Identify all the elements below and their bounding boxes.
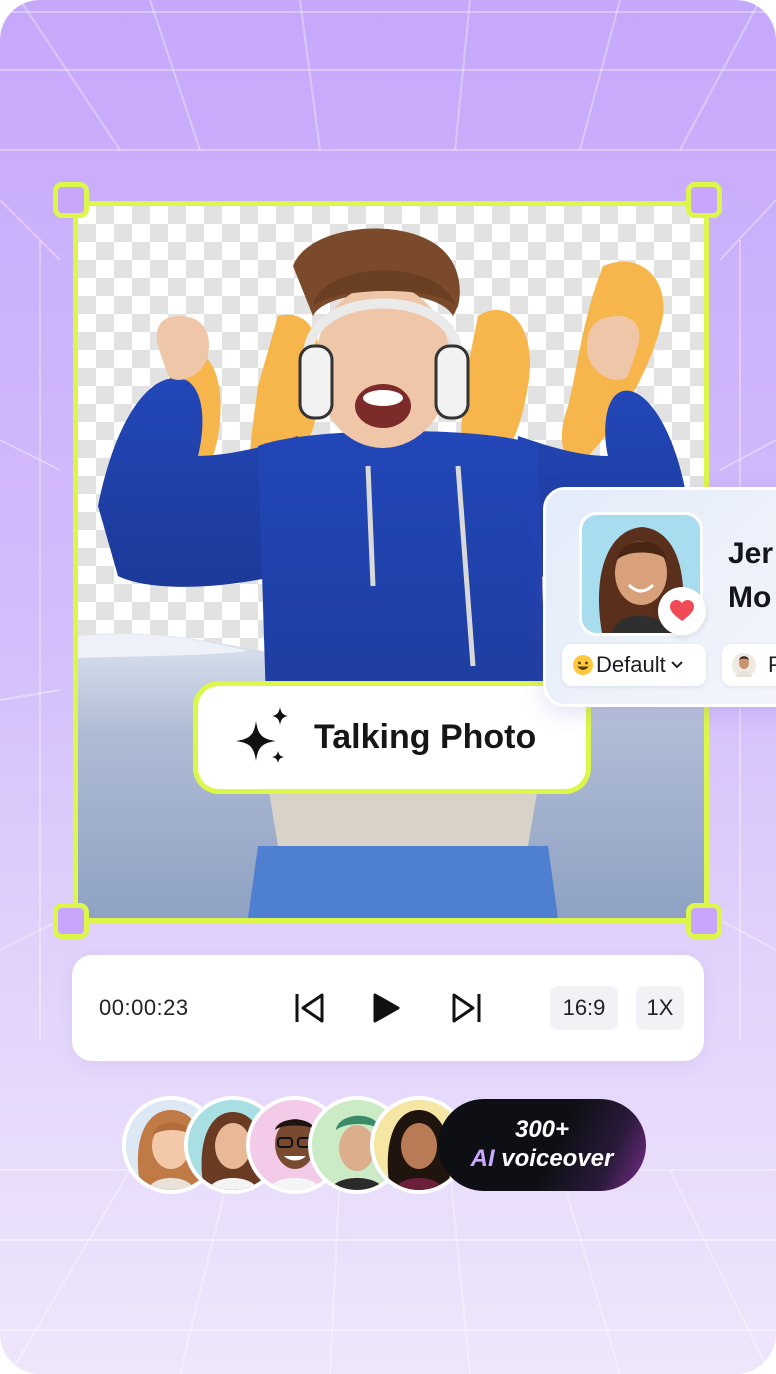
voice-pill-label: P — [768, 652, 776, 677]
smile-emoji-icon — [572, 654, 594, 676]
profile-card[interactable]: Jer Mo Default P — [543, 487, 776, 707]
speed-button[interactable]: 1X — [636, 986, 684, 1030]
voice-avatar-pill[interactable]: P — [722, 644, 776, 686]
profile-name: Jer Mo — [728, 532, 773, 620]
voiceover-label: AI voiceover — [471, 1144, 614, 1174]
voiceover-label-ai: AI — [470, 1145, 495, 1172]
profile-name-line2: Mo — [728, 581, 772, 614]
talking-photo-label: Talking Photo — [314, 718, 537, 756]
voiceover-count: 300+ — [514, 1116, 570, 1143]
chevron-down-icon — [670, 660, 684, 670]
emotion-value: Default — [596, 652, 666, 677]
player-controls: 00:00:23 16:9 1X — [72, 955, 704, 1061]
ai-voiceover-badge: 300+ AI voiceover — [438, 1099, 646, 1191]
emotion-dropdown[interactable]: Default — [562, 644, 706, 686]
skip-back-icon[interactable] — [292, 990, 328, 1026]
play-icon[interactable] — [368, 990, 404, 1026]
talking-photo-badge[interactable]: Talking Photo — [193, 681, 591, 794]
mini-avatar — [732, 653, 756, 677]
sparkle-icon — [236, 706, 288, 763]
aspect-ratio-button[interactable]: 16:9 — [550, 986, 618, 1030]
voiceover-label-text: voiceover — [501, 1145, 614, 1172]
resize-handle-bottom-left[interactable] — [53, 903, 89, 939]
resize-handle-top-left[interactable] — [53, 182, 89, 218]
heart-icon[interactable] — [658, 587, 706, 635]
profile-name-line1: Jer — [728, 537, 774, 570]
playback-timestamp: 00:00:23 — [99, 995, 189, 1020]
skip-forward-icon[interactable] — [448, 990, 484, 1026]
app-frame: Talking Photo Jer Mo Default P 00:00:23 … — [0, 0, 776, 1374]
resize-handle-top-right[interactable] — [686, 182, 722, 218]
resize-handle-bottom-right[interactable] — [686, 903, 722, 939]
